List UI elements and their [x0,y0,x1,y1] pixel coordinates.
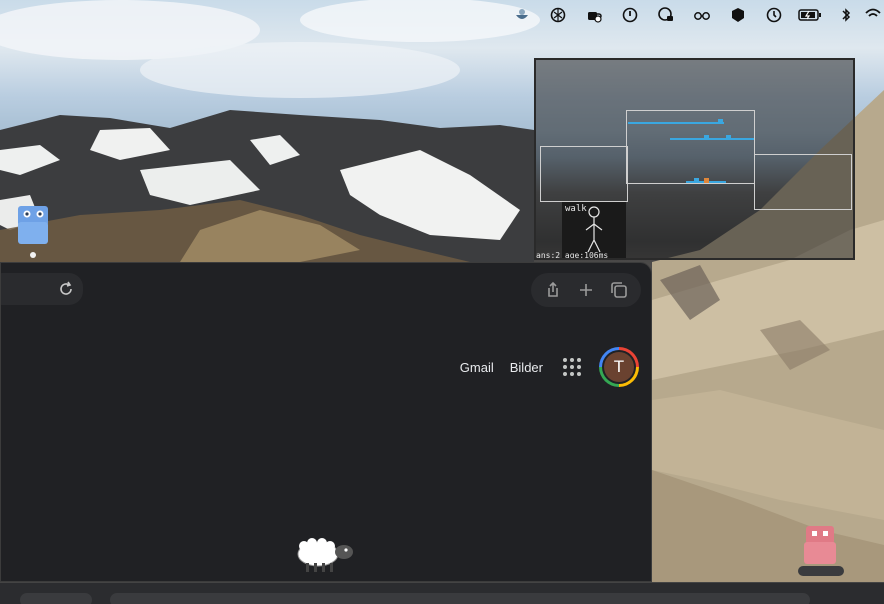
glasses-icon[interactable] [684,0,720,30]
share-button[interactable] [541,278,565,302]
overlay-track-line [628,122,724,124]
cube-icon[interactable] [720,0,756,30]
bottom-bar [0,582,884,604]
tab-overview-button[interactable] [607,278,631,302]
overlay-box-left [540,146,628,202]
overlay-box-right [754,154,852,210]
blue-robot-pet[interactable] [16,204,52,258]
bottom-nav-controls[interactable] [20,593,92,604]
wifi-icon[interactable] [864,0,884,30]
browser-toolbar [531,273,641,307]
reload-icon[interactable] [57,280,75,298]
google-header-links: Gmail Bilder T [460,347,639,387]
address-bar[interactable] [1,273,83,305]
coffee-cup-icon[interactable] [576,0,612,30]
images-link[interactable]: Bilder [510,360,543,375]
overlay-track-line [670,138,754,140]
history-icon[interactable] [756,0,792,30]
account-avatar[interactable]: T [599,347,639,387]
bottom-address-bar[interactable] [110,593,810,604]
bluetooth-icon[interactable] [828,0,864,30]
walk-label: walk [565,204,587,214]
overlay-marker [726,135,731,140]
overlay-marker [718,119,723,124]
gmail-link[interactable]: Gmail [460,360,494,375]
overlay-marker [694,178,699,183]
openai-icon[interactable] [540,0,576,30]
apps-grid-icon[interactable] [559,355,583,379]
menu-bar [484,0,884,30]
pink-robot-pet[interactable] [797,524,845,578]
overlay-marker [704,135,709,140]
overlay-monitor-window: walk ans:2 age:106ms [534,58,855,260]
sheep-pet[interactable] [296,536,356,574]
new-tab-button[interactable] [574,278,598,302]
power-icon[interactable] [612,0,648,30]
tabs-icon [610,282,627,298]
overlay-stats: ans:2 age:106ms [536,251,609,260]
battery-charging-icon[interactable] [792,0,828,30]
avatar-letter: T [604,352,634,382]
browser-window: Gmail Bilder T [0,262,652,582]
lock-shield-icon[interactable] [648,0,684,30]
overlay-marker-orange [704,178,709,183]
plus-icon [579,284,592,296]
bowl-icon[interactable] [504,0,540,30]
share-icon [548,281,559,297]
